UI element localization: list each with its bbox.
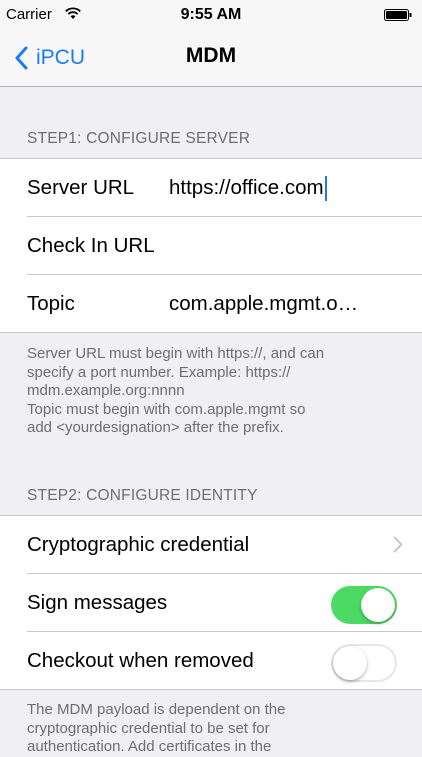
chevron-right-icon	[393, 536, 403, 553]
checkout-when-removed-toggle[interactable]	[331, 644, 397, 682]
battery-icon	[384, 9, 412, 21]
check-in-url-label: Check In URL	[27, 234, 155, 257]
cryptographic-credential-row[interactable]: Cryptographic credential	[27, 516, 422, 574]
sign-messages-row: Sign messages	[27, 574, 422, 632]
server-url-field[interactable]: https://office.com	[169, 159, 387, 216]
footer-line: specify a port number. Example: https://	[27, 363, 291, 381]
toggle-knob	[361, 588, 395, 622]
checkout-when-removed-row: Checkout when removed	[27, 632, 422, 689]
topic-label: Topic	[27, 292, 75, 315]
topic-row[interactable]: Topic com.apple.mgmt.o…	[27, 275, 422, 332]
identity-settings-group: Cryptographic credential Sign messages C…	[0, 515, 422, 690]
footer-line: Topic must begin with com.apple.mgmt so	[27, 400, 306, 418]
step2-header: STEP2: CONFIGURE IDENTITY	[27, 487, 258, 504]
check-in-url-field[interactable]	[169, 217, 387, 274]
server-url-label: Server URL	[27, 176, 135, 199]
footer-line: Server URL must begin with https://, and…	[27, 345, 325, 362]
cryptographic-credential-label: Cryptographic credential	[27, 533, 250, 556]
checkout-when-removed-label: Checkout when removed	[27, 649, 254, 672]
status-bar: Carrier 9:55 AM	[0, 0, 422, 30]
footer-line: authentication. Add certificates in the	[27, 738, 272, 755]
step1-footer: Server URL must begin with https://, and…	[27, 345, 395, 438]
footer-line: mdm.example.org:nnnn	[27, 382, 185, 399]
toggle-knob	[333, 646, 367, 680]
footer-line: The MDM payload is dependent on the	[27, 701, 286, 718]
navigation-bar: iPCU MDM	[0, 30, 422, 87]
footer-line: add <yourdesignation> after the prefix.	[27, 419, 284, 436]
step1-header: STEP1: CONFIGURE SERVER	[27, 130, 251, 147]
check-in-url-row[interactable]: Check In URL	[27, 217, 422, 275]
step2-footer: The MDM payload is dependent on the cryp…	[27, 701, 395, 757]
server-url-row[interactable]: Server URL https://office.com	[27, 159, 422, 217]
sign-messages-label: Sign messages	[27, 591, 168, 614]
footer-line: cryptographic credential to be set for	[27, 719, 270, 737]
status-time: 9:55 AM	[180, 6, 242, 23]
topic-field[interactable]: com.apple.mgmt.o…	[169, 275, 387, 332]
server-settings-group: Server URL https://office.com Check In U…	[0, 158, 422, 333]
sign-messages-toggle[interactable]	[331, 586, 397, 624]
page-title: MDM	[185, 44, 237, 67]
text-cursor	[324, 176, 327, 202]
